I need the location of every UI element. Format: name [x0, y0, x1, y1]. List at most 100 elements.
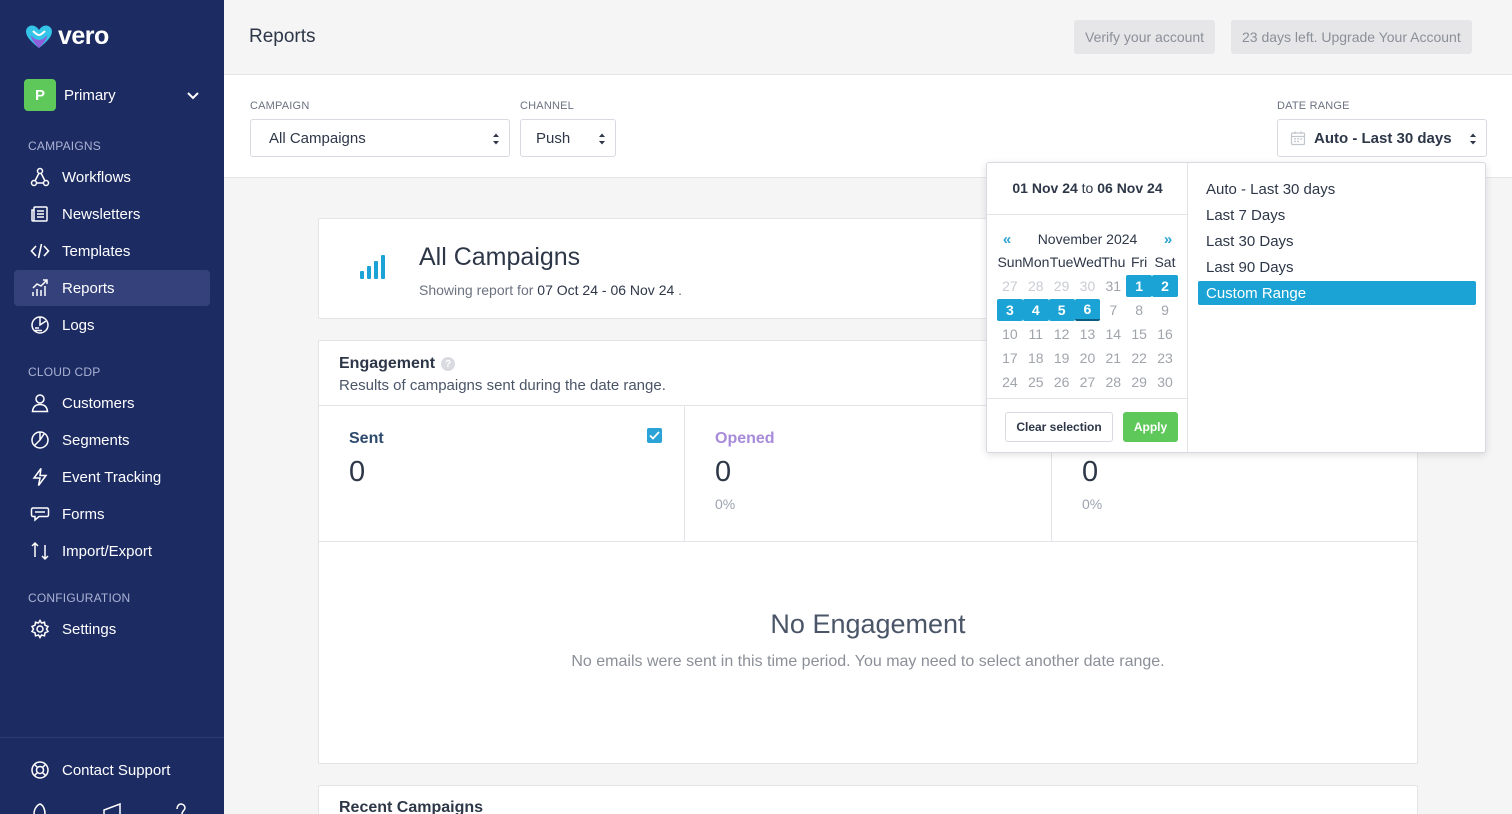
megaphone-icon[interactable] — [102, 803, 122, 814]
apply-button[interactable]: Apply — [1123, 412, 1178, 442]
preset-last-7[interactable]: Last 7 Days — [1198, 203, 1476, 227]
metric-value: 0 — [1082, 456, 1099, 488]
calendar-day-today[interactable]: 6 — [1074, 299, 1101, 321]
calendar-day-selected[interactable]: 3 — [997, 299, 1023, 321]
sidebar-item-label: Customers — [62, 394, 135, 412]
calendar-day[interactable]: 13 — [1075, 323, 1101, 345]
calendar-day[interactable]: 30 — [1152, 371, 1178, 393]
sidebar-item-segments[interactable]: Segments — [14, 422, 210, 458]
metric-label: Sent — [349, 430, 384, 447]
page-title: Reports — [249, 26, 316, 47]
rocket-icon[interactable] — [31, 803, 49, 814]
verify-account-button[interactable]: Verify your account — [1074, 20, 1216, 54]
contact-support-label: Contact Support — [62, 761, 171, 779]
sidebar-item-logs[interactable]: Logs — [14, 307, 210, 343]
signal-bars-icon — [360, 255, 385, 279]
prev-month-button[interactable]: « — [997, 231, 1017, 248]
campaign-summary-card: All Campaigns Showing report for 07 Oct … — [318, 218, 1018, 319]
calendar-day-selected[interactable]: 5 — [1048, 299, 1075, 321]
calendar-day[interactable]: 28 — [1023, 275, 1049, 297]
sidebar-item-customers[interactable]: Customers — [14, 385, 210, 421]
campaign-filter-label: CAMPAIGN — [250, 100, 310, 112]
help-icon[interactable]: ? — [441, 357, 456, 371]
sent-checkbox[interactable] — [647, 428, 662, 443]
week-row: 27 28 29 30 31 1 2 — [997, 275, 1178, 299]
calendar-day[interactable]: 12 — [1049, 323, 1075, 345]
calendar-day[interactable]: 31 — [1100, 275, 1126, 297]
calendar-day-selected[interactable]: 1 — [1126, 275, 1153, 297]
sidebar-item-forms[interactable]: Forms — [14, 496, 210, 532]
lifebuoy-icon — [30, 760, 50, 780]
preset-last-90[interactable]: Last 90 Days — [1198, 255, 1476, 279]
calendar-day[interactable]: 19 — [1049, 347, 1075, 369]
workspace-switcher[interactable]: P Primary — [24, 79, 200, 111]
empty-state-title: No Engagement — [770, 609, 966, 639]
calendar-day[interactable]: 21 — [1100, 347, 1126, 369]
next-month-button[interactable]: » — [1158, 231, 1178, 248]
calendar-day[interactable]: 25 — [1023, 371, 1049, 393]
calendar-day[interactable]: 24 — [997, 371, 1023, 393]
sidebar-item-import-export[interactable]: Import/Export — [14, 533, 210, 569]
calendar-day[interactable]: 7 — [1100, 299, 1126, 321]
range-presets: Auto - Last 30 days Last 7 Days Last 30 … — [1198, 177, 1476, 307]
calendar-day[interactable]: 10 — [997, 323, 1023, 345]
calendar-day[interactable]: 27 — [1075, 371, 1101, 393]
date-range-filter-label: DATE RANGE — [1277, 100, 1350, 112]
calendar-day[interactable]: 23 — [1152, 347, 1178, 369]
sidebar-item-reports[interactable]: Reports — [14, 270, 210, 306]
calendar-icon — [1290, 131, 1306, 146]
calendar-grid: Sun Mon Tue Wed Thu Fri Sat 27 28 29 30 … — [997, 251, 1178, 395]
divider — [0, 737, 224, 738]
calendar-day-selected[interactable]: 4 — [1022, 299, 1049, 321]
preset-custom-range[interactable]: Custom Range — [1198, 281, 1476, 305]
calendar-day[interactable]: 15 — [1126, 323, 1152, 345]
weekday-row: Sun Mon Tue Wed Thu Fri Sat — [997, 251, 1178, 275]
sidebar-item-templates[interactable]: Templates — [14, 233, 210, 269]
upgrade-account-button[interactable]: 23 days left. Upgrade Your Account — [1231, 20, 1472, 54]
clear-selection-button[interactable]: Clear selection — [1005, 412, 1113, 442]
preset-auto-last-30[interactable]: Auto - Last 30 days — [1198, 177, 1476, 201]
user-icon — [30, 393, 50, 413]
preset-last-30[interactable]: Last 30 Days — [1198, 229, 1476, 253]
calendar-day[interactable]: 26 — [1049, 371, 1075, 393]
contact-support-link[interactable]: Contact Support — [14, 752, 210, 788]
brand-name: vero — [58, 22, 109, 50]
calendar-day[interactable]: 29 — [1126, 371, 1152, 393]
metric-sent: Sent 0 — [319, 406, 685, 542]
sidebar-item-event-tracking[interactable]: Event Tracking — [14, 459, 210, 495]
section-configuration: CONFIGURATION — [28, 591, 131, 605]
calendar-day[interactable]: 28 — [1100, 371, 1126, 393]
calendar-day[interactable]: 11 — [1023, 323, 1049, 345]
vero-logo[interactable]: vero — [24, 22, 109, 51]
weekday-label: Sat — [1154, 254, 1176, 270]
sidebar-item-workflows[interactable]: Workflows — [14, 159, 210, 195]
channel-select-value: Push — [536, 129, 571, 147]
sidebar: vero P Primary CAMPAIGNS Workflows Newsl… — [0, 0, 224, 814]
campaign-select-value: All Campaigns — [269, 129, 366, 147]
date-range-select[interactable]: Auto - Last 30 days — [1277, 119, 1487, 157]
engagement-header: Engagement ? Results of campaigns sent d… — [339, 355, 666, 394]
channel-select[interactable]: Push — [520, 119, 616, 157]
campaign-select[interactable]: All Campaigns — [250, 119, 510, 157]
calendar-day[interactable]: 16 — [1152, 323, 1178, 345]
sidebar-item-newsletters[interactable]: Newsletters — [14, 196, 210, 232]
calendar-day[interactable]: 18 — [1023, 347, 1049, 369]
calendar-day[interactable]: 22 — [1126, 347, 1152, 369]
calendar-day[interactable]: 14 — [1100, 323, 1126, 345]
chart-icon — [30, 278, 50, 298]
sidebar-item-label: Logs — [62, 316, 95, 334]
week-row: 24 25 26 27 28 29 30 — [997, 371, 1178, 395]
help-icon[interactable] — [173, 803, 189, 814]
calendar-day-selected[interactable]: 2 — [1152, 275, 1178, 297]
calendar-day[interactable]: 17 — [997, 347, 1023, 369]
calendar-day[interactable]: 27 — [997, 275, 1023, 297]
calendar-day[interactable]: 8 — [1126, 299, 1152, 321]
sidebar-item-settings[interactable]: Settings — [14, 611, 210, 647]
weekday-label: Tue — [1049, 254, 1074, 270]
code-icon — [30, 241, 50, 261]
range-to-word: to — [1081, 180, 1094, 196]
calendar-day[interactable]: 30 — [1075, 275, 1101, 297]
calendar-day[interactable]: 20 — [1075, 347, 1101, 369]
calendar-day[interactable]: 29 — [1049, 275, 1075, 297]
calendar-day[interactable]: 9 — [1152, 299, 1178, 321]
